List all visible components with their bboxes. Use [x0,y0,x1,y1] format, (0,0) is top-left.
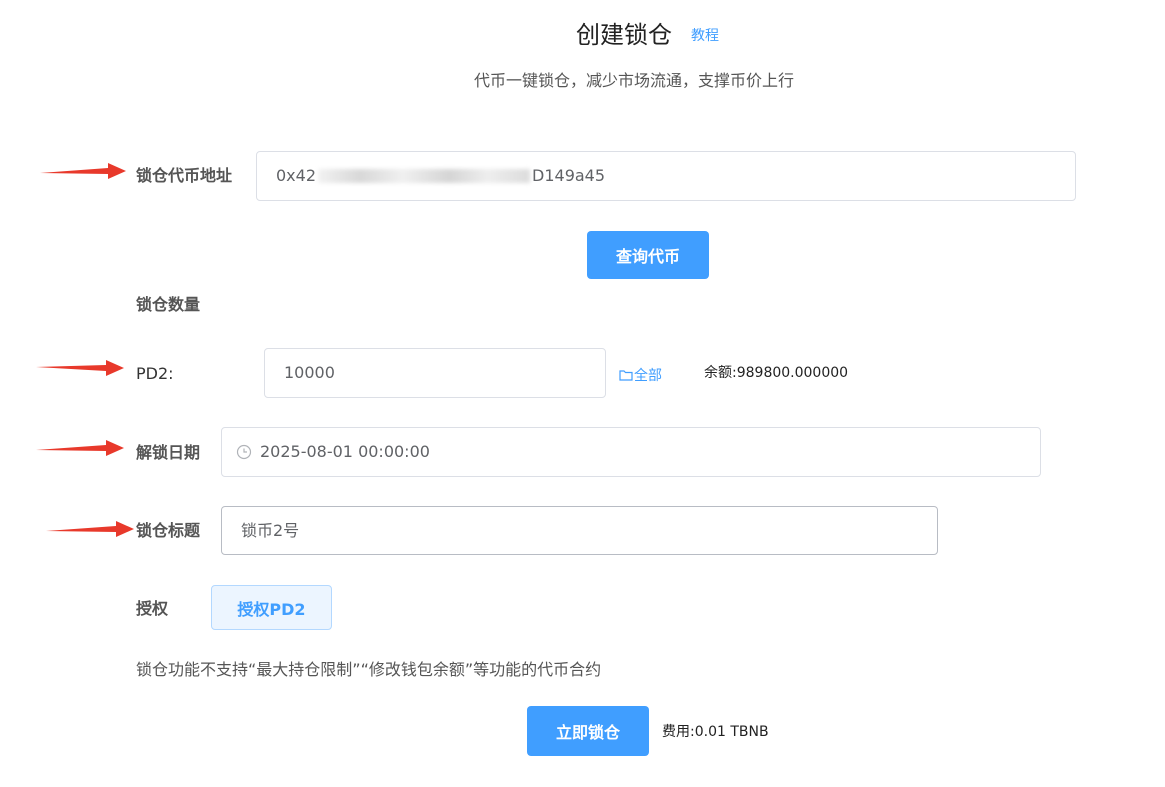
lock-title-label: 锁仓标题 [136,521,201,540]
unlock-date-value: 2025-08-01 00:00:00 [260,442,430,461]
folder-icon [619,370,633,381]
lock-amount-label: 锁仓数量 [136,295,201,314]
amount-input[interactable]: 10000 [264,348,606,398]
token-address-suffix: D149a45 [532,166,606,185]
lock-title-value: 锁币2号 [241,520,300,540]
page-header: 创建锁仓 教程 [0,18,1165,54]
token-symbol-label: PD2: [136,364,174,383]
token-address-input[interactable]: 0x42 D149a45 [256,151,1076,201]
compatibility-notice: 锁仓功能不支持“最大持仓限制”“修改钱包余额”等功能的代币合约 [136,660,602,679]
red-arrow-icon [40,163,126,179]
select-all-label: 全部 [634,368,662,384]
red-arrow-icon [36,360,124,376]
unlock-date-picker[interactable]: 2025-08-01 00:00:00 [221,427,1041,477]
lock-title-input[interactable]: 锁币2号 [221,506,938,555]
page-subtitle: 代币一键锁仓，减少市场流通，支撑币价上行 [474,71,795,90]
red-arrow-icon [46,521,134,537]
token-address-label: 锁仓代币地址 [136,166,233,185]
token-address-prefix: 0x42 [276,166,317,185]
tutorial-link[interactable]: 教程 [691,26,719,46]
fee-text: 费用:0.01 TBNB [662,724,769,740]
red-arrow-icon [36,440,124,456]
amount-value: 10000 [284,363,335,382]
unlock-date-label: 解锁日期 [136,443,201,462]
authorize-label: 授权 [136,599,169,618]
select-all-link[interactable]: 全部 [619,365,662,385]
lock-now-button[interactable]: 立即锁仓 [527,706,649,756]
clock-icon [236,444,252,460]
balance-text: 余额:989800.000000 [704,365,849,381]
page-title: 创建锁仓 [576,21,672,49]
query-token-button[interactable]: 查询代币 [587,231,709,279]
redacted-address-blur [318,169,531,183]
authorize-button[interactable]: 授权PD2 [211,585,332,630]
